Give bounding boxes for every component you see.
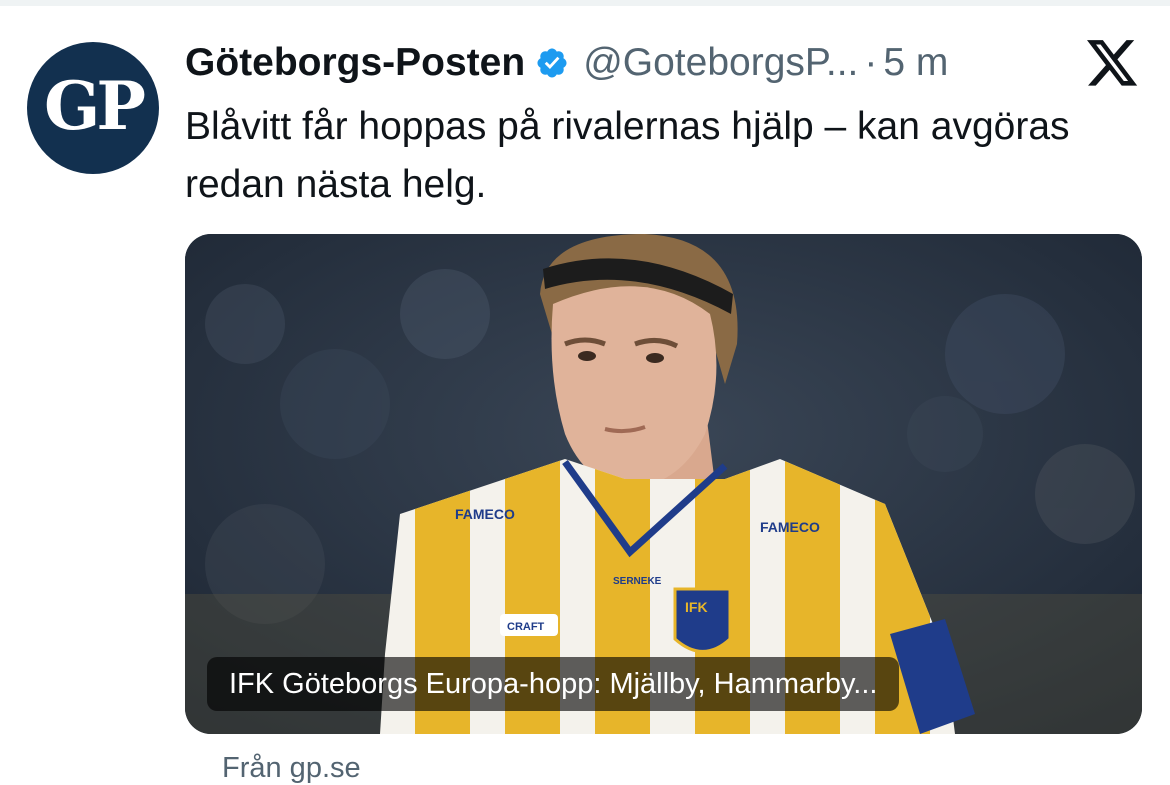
tweet-text: Blåvitt får hoppas på rivalernas hjälp –… <box>185 105 1070 206</box>
link-source[interactable]: Från gp.se <box>222 752 361 785</box>
timestamp[interactable]: 5 m <box>883 41 948 85</box>
handle[interactable]: @GoteborgsP... <box>583 41 858 85</box>
shirt-sponsor-left: FAMECO <box>455 506 515 522</box>
shirt-kit-brand: CRAFT <box>507 621 545 633</box>
shirt-sponsor-right: FAMECO <box>760 519 820 535</box>
top-divider <box>0 0 1170 6</box>
link-card-caption[interactable]: IFK Göteborgs Europa-hopp: Mjällby, Hamm… <box>207 657 900 711</box>
avatar[interactable]: GP <box>27 42 159 174</box>
separator-dot: · <box>864 41 878 84</box>
shirt-neck-brand: SERNEKE <box>613 576 662 587</box>
x-logo-icon[interactable] <box>1087 40 1139 88</box>
tweet-header: Göteborgs-Posten @GoteborgsP... · 5 m <box>185 38 948 88</box>
crest-text: IFK <box>685 599 708 615</box>
verified-badge-icon[interactable] <box>535 46 569 80</box>
avatar-logo-text: GP <box>44 67 146 145</box>
display-name[interactable]: Göteborgs-Posten <box>185 41 525 85</box>
link-card-image[interactable]: FAMECO FAMECO SERNEKE CRAFT IFK IFK Göte… <box>185 234 1142 734</box>
